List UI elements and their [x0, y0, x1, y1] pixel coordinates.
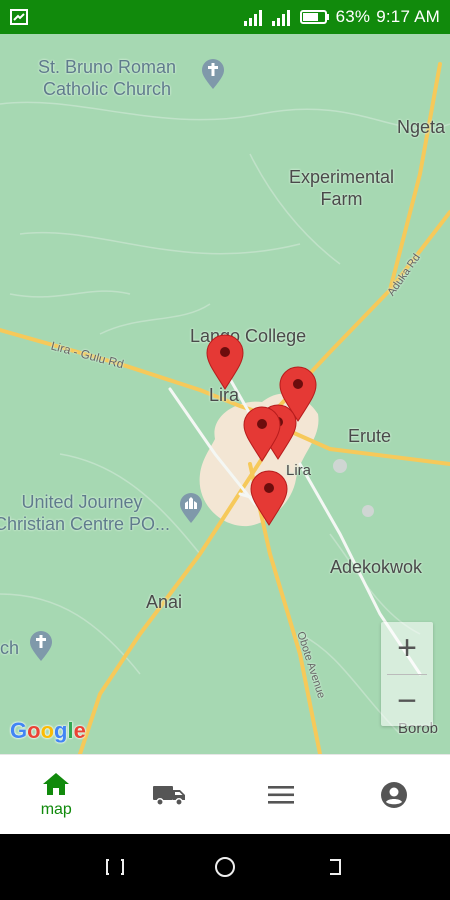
nav-item-map[interactable]: map — [0, 755, 113, 834]
church-icon — [202, 59, 224, 89]
worship-icon — [180, 493, 202, 523]
home-icon — [43, 772, 70, 795]
google-logo-letter: e — [73, 718, 86, 743]
signal-icon — [243, 10, 262, 26]
place-label-lira-town: Lira — [286, 462, 312, 479]
place-label-st-bruno: St. Bruno Roman Catholic Church — [38, 57, 177, 99]
zoom-controls: + − — [381, 622, 433, 726]
bottom-navigation: map — [0, 754, 450, 834]
nav-item-menu[interactable] — [225, 755, 338, 834]
location-marker-icon[interactable] — [242, 406, 282, 462]
place-label-experimental-farm: Experimental Farm — [289, 167, 395, 209]
place-label-erute: Erute — [348, 426, 392, 446]
google-attribution: Google — [10, 718, 86, 743]
google-logo-letter: o — [40, 718, 55, 743]
google-logo-letter: g — [54, 718, 68, 743]
map-view[interactable]: Lira - Gulu Rd Aduka Rd Obote Avenue St.… — [0, 34, 450, 754]
system-navigation-bar — [0, 834, 450, 900]
place-label-united-journey: United Journey Christian Centre PO... — [0, 492, 171, 534]
nav-item-account[interactable] — [338, 755, 450, 834]
place-label-anai: Anai — [146, 592, 183, 612]
home-button-icon[interactable] — [213, 855, 237, 879]
menu-icon — [268, 785, 295, 804]
battery-icon — [299, 10, 329, 24]
clock: 9:17 AM — [376, 7, 440, 26]
zoom-in-button[interactable]: + — [381, 622, 433, 674]
signal-icon — [271, 10, 290, 26]
nav-label-map: map — [40, 800, 72, 818]
battery-percent: 63% — [335, 7, 371, 26]
account-icon — [380, 781, 407, 808]
zoom-out-button[interactable]: − — [381, 675, 433, 727]
google-logo-letter: G — [10, 718, 28, 743]
location-marker-icon[interactable] — [249, 470, 289, 526]
google-logo[interactable]: Google — [10, 718, 86, 744]
truck-icon — [152, 785, 185, 806]
google-logo-letter: o — [27, 718, 41, 743]
place-label-adekokwok: Adekokwok — [330, 557, 423, 577]
recent-apps-icon[interactable] — [104, 856, 126, 878]
nav-item-delivery[interactable] — [113, 755, 226, 834]
status-bar: 63% 9:17 AM — [0, 0, 450, 34]
screenshot-icon — [10, 9, 28, 25]
back-icon[interactable] — [324, 856, 346, 878]
place-label-church-left: ch — [0, 638, 20, 658]
church-icon — [30, 631, 52, 661]
location-marker-icon[interactable] — [205, 334, 245, 390]
place-label-ngeta: Ngeta — [397, 117, 446, 137]
